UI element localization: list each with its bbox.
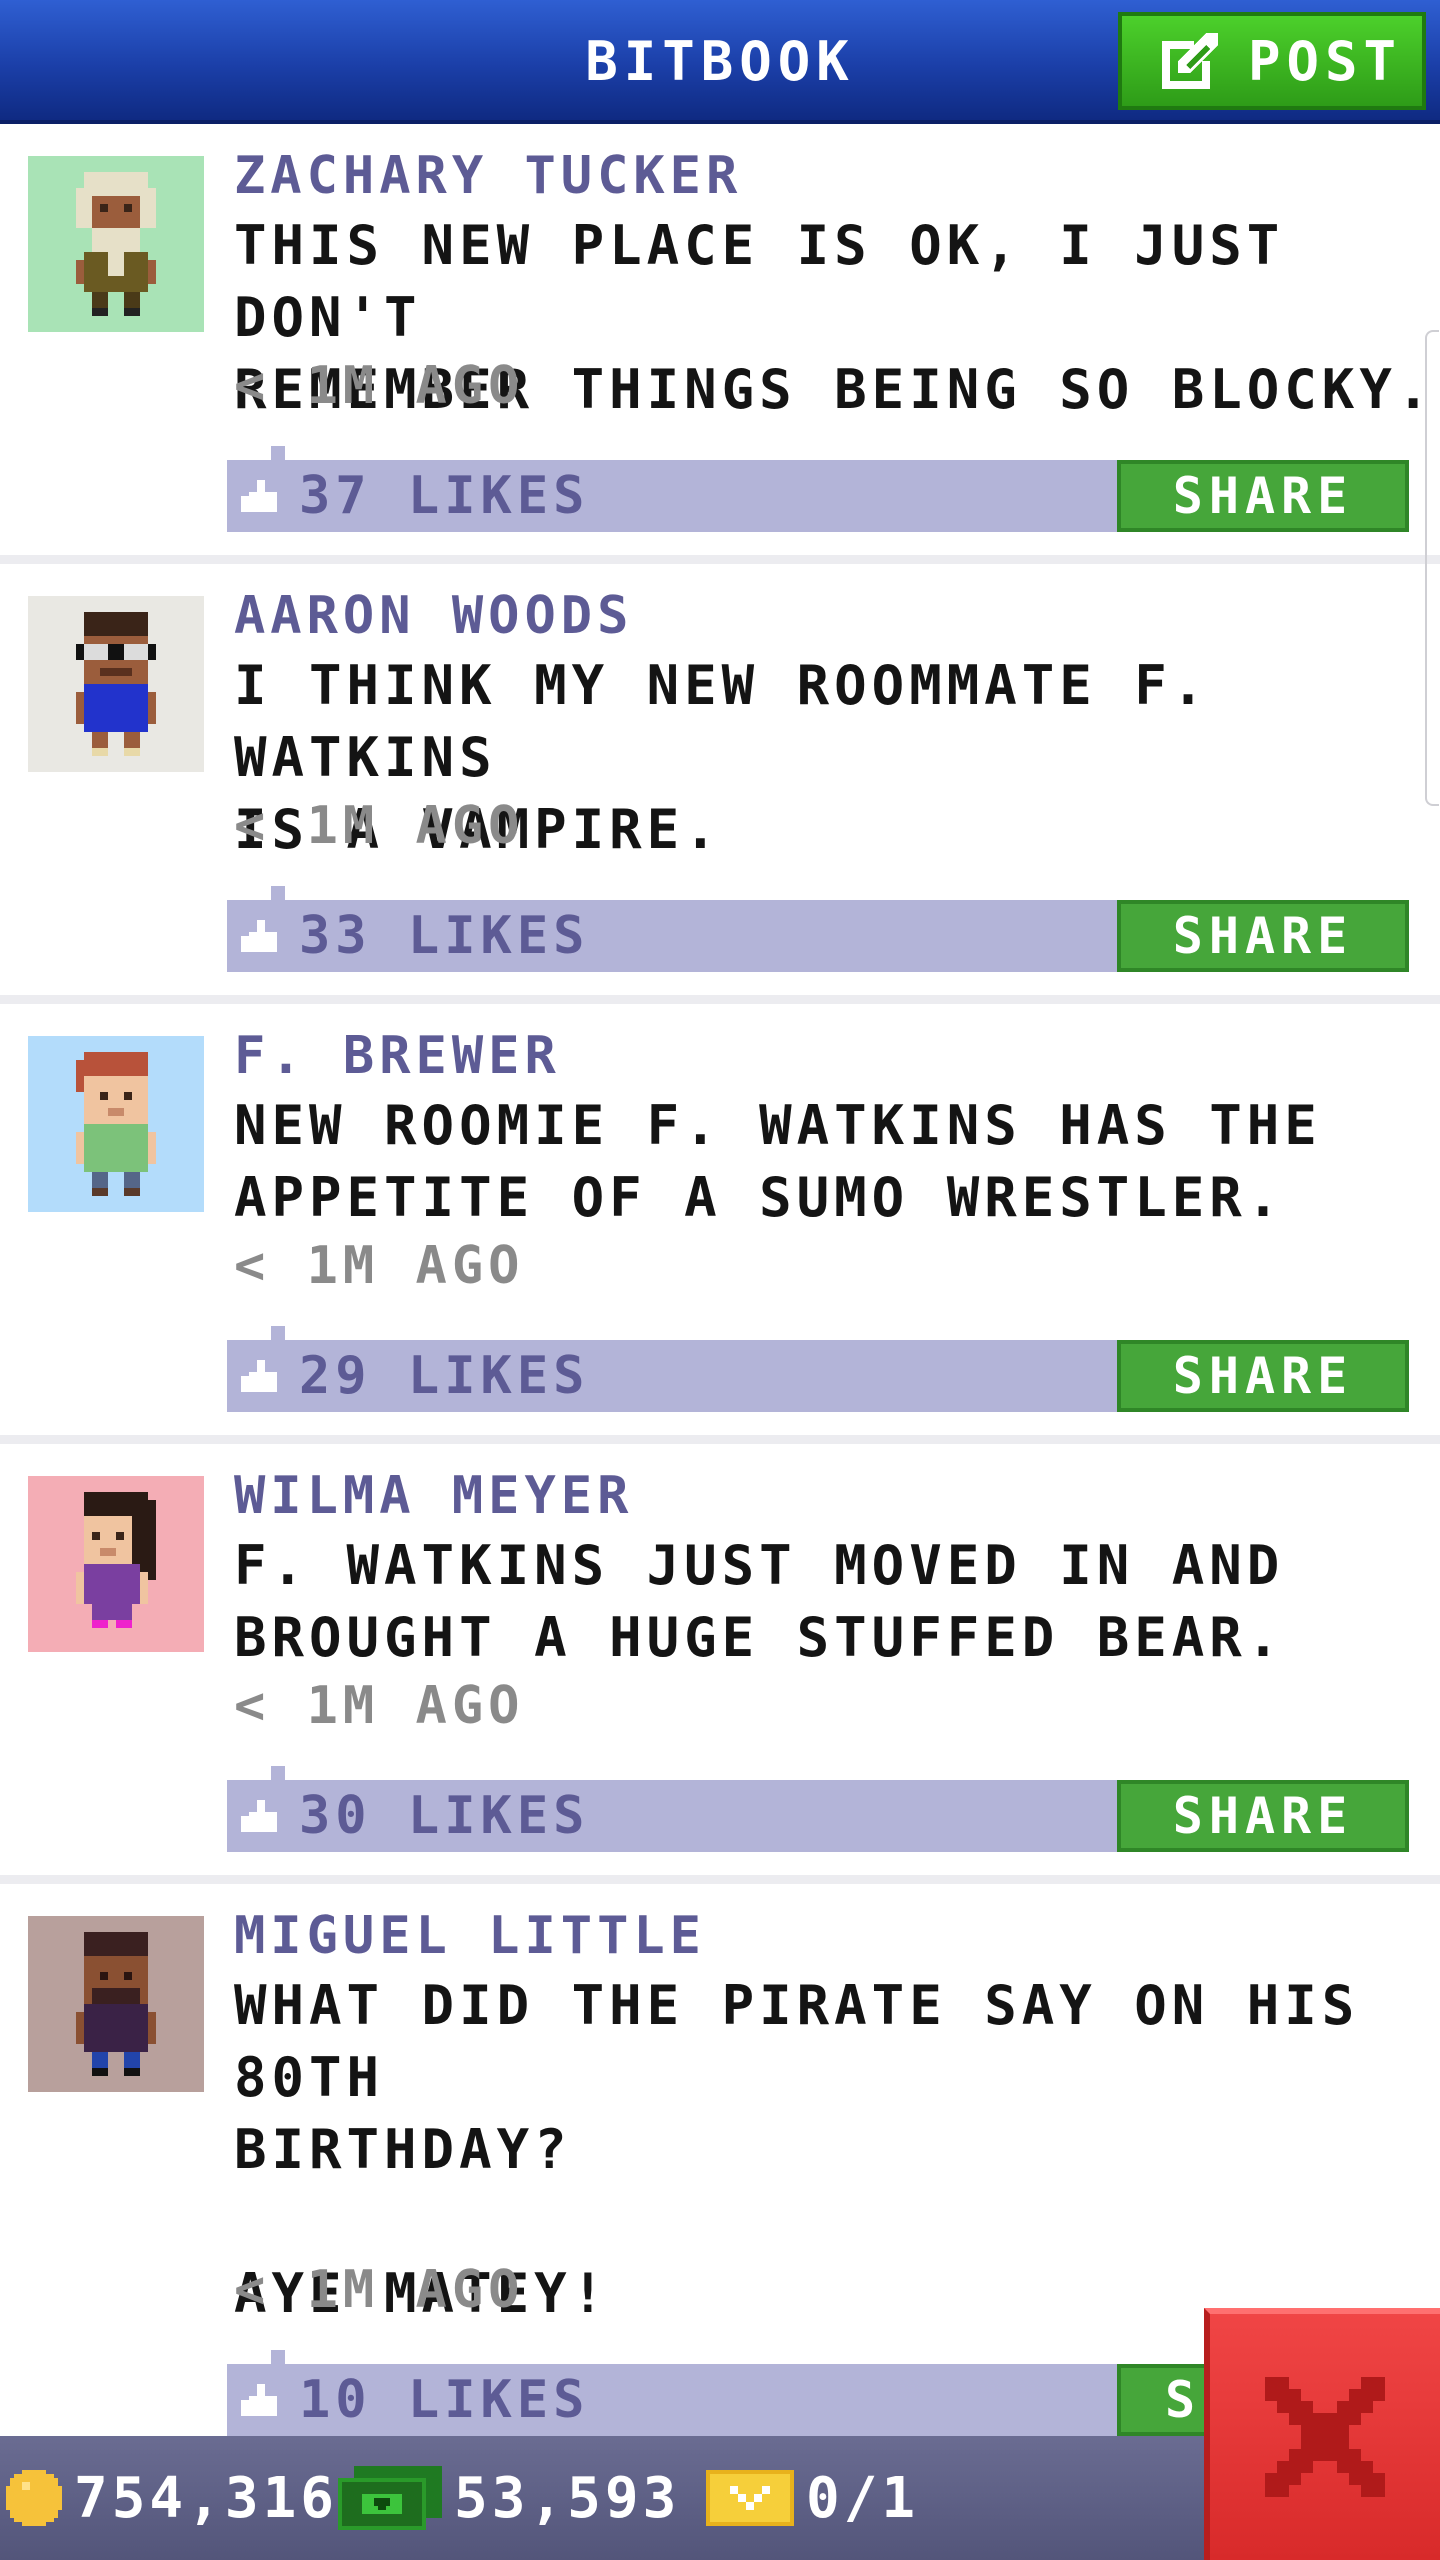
post-text: F. WATKINS JUST MOVED IN AND BROUGHT A H… (234, 1534, 1285, 1669)
tickets-value: 0/1 (806, 2465, 920, 2531)
bux-stat: 53,593 (338, 2436, 680, 2560)
thumbs-up-icon (241, 1796, 281, 1836)
post-button[interactable]: POST (1118, 12, 1426, 110)
avatar (28, 1036, 204, 1212)
share-button[interactable]: SHARE (1117, 1780, 1409, 1852)
post-item: AARON WOODS I THINK MY NEW ROOMMATE F. W… (0, 564, 1440, 1004)
post-label: POST (1248, 29, 1403, 93)
edit-icon (1158, 29, 1222, 93)
like-count: 29 LIKES (299, 1346, 590, 1406)
close-icon (1265, 2377, 1385, 2497)
post-author[interactable]: AARON WOODS (234, 586, 633, 646)
tickets-stat: 0/1 (706, 2436, 919, 2560)
post-timestamp: < 1M AGO (234, 796, 525, 856)
avatar (28, 1476, 204, 1652)
like-button[interactable]: 29 LIKES (241, 1340, 589, 1412)
post-divider (0, 1875, 1440, 1884)
top-bar: BITBOOK POST (0, 0, 1440, 124)
like-button[interactable]: 30 LIKES (241, 1780, 589, 1852)
likes-bar: 30 LIKES SHARE (227, 1766, 1409, 1852)
post-timestamp: < 1M AGO (234, 1236, 525, 1296)
post-item: F. BREWER NEW ROOMIE F. WATKINS HAS THE … (0, 1004, 1440, 1444)
like-count: 33 LIKES (299, 906, 590, 966)
post-author[interactable]: WILMA MEYER (234, 1466, 633, 1526)
like-count: 10 LIKES (299, 2370, 590, 2430)
bitbook-screen: BITBOOK POST ZACHARY TUCKER THIS NEW PLA… (0, 0, 1440, 2560)
post-author[interactable]: F. BREWER (234, 1026, 561, 1086)
likes-bar: 37 LIKES SHARE (227, 446, 1409, 532)
avatar (28, 1916, 204, 2092)
close-button[interactable] (1204, 2308, 1440, 2560)
like-button[interactable]: 37 LIKES (241, 460, 589, 532)
coin-icon (6, 2470, 62, 2526)
post-text: NEW ROOMIE F. WATKINS HAS THE APPETITE O… (234, 1094, 1322, 1229)
post-timestamp: < 1M AGO (234, 2260, 525, 2320)
bux-icon (338, 2466, 442, 2530)
share-button[interactable]: SHARE (1117, 900, 1409, 972)
coins-stat: 754,316 (6, 2436, 338, 2560)
bux-value: 53,593 (454, 2465, 681, 2531)
thumbs-up-icon (241, 1356, 281, 1396)
ticket-icon (706, 2470, 794, 2526)
avatar (28, 596, 204, 772)
likes-bar: 29 LIKES SHARE (227, 1326, 1409, 1412)
thumbs-up-icon (241, 2380, 281, 2420)
like-button[interactable]: 10 LIKES (241, 2364, 589, 2436)
like-button[interactable]: 33 LIKES (241, 900, 589, 972)
share-button[interactable]: SHARE (1117, 1340, 1409, 1412)
thumbs-up-icon (241, 916, 281, 956)
like-count: 37 LIKES (299, 466, 590, 526)
post-author[interactable]: MIGUEL LITTLE (234, 1906, 706, 1966)
post-item: ZACHARY TUCKER THIS NEW PLACE IS OK, I J… (0, 124, 1440, 564)
coins-value: 754,316 (74, 2465, 339, 2531)
thumbs-up-icon (241, 476, 281, 516)
likes-bar: 33 LIKES SHARE (227, 886, 1409, 972)
avatar (28, 156, 204, 332)
post-timestamp: < 1M AGO (234, 1676, 525, 1736)
post-timestamp: < 1M AGO (234, 356, 525, 416)
like-count: 30 LIKES (299, 1786, 590, 1846)
share-button[interactable]: SHARE (1117, 460, 1409, 532)
post-item: WILMA MEYER F. WATKINS JUST MOVED IN AND… (0, 1444, 1440, 1884)
feed[interactable]: ZACHARY TUCKER THIS NEW PLACE IS OK, I J… (0, 124, 1440, 2436)
post-divider (0, 995, 1440, 1004)
post-divider (0, 1435, 1440, 1444)
post-divider (0, 555, 1440, 564)
post-author[interactable]: ZACHARY TUCKER (234, 146, 742, 206)
scroll-indicator[interactable] (1425, 330, 1439, 806)
